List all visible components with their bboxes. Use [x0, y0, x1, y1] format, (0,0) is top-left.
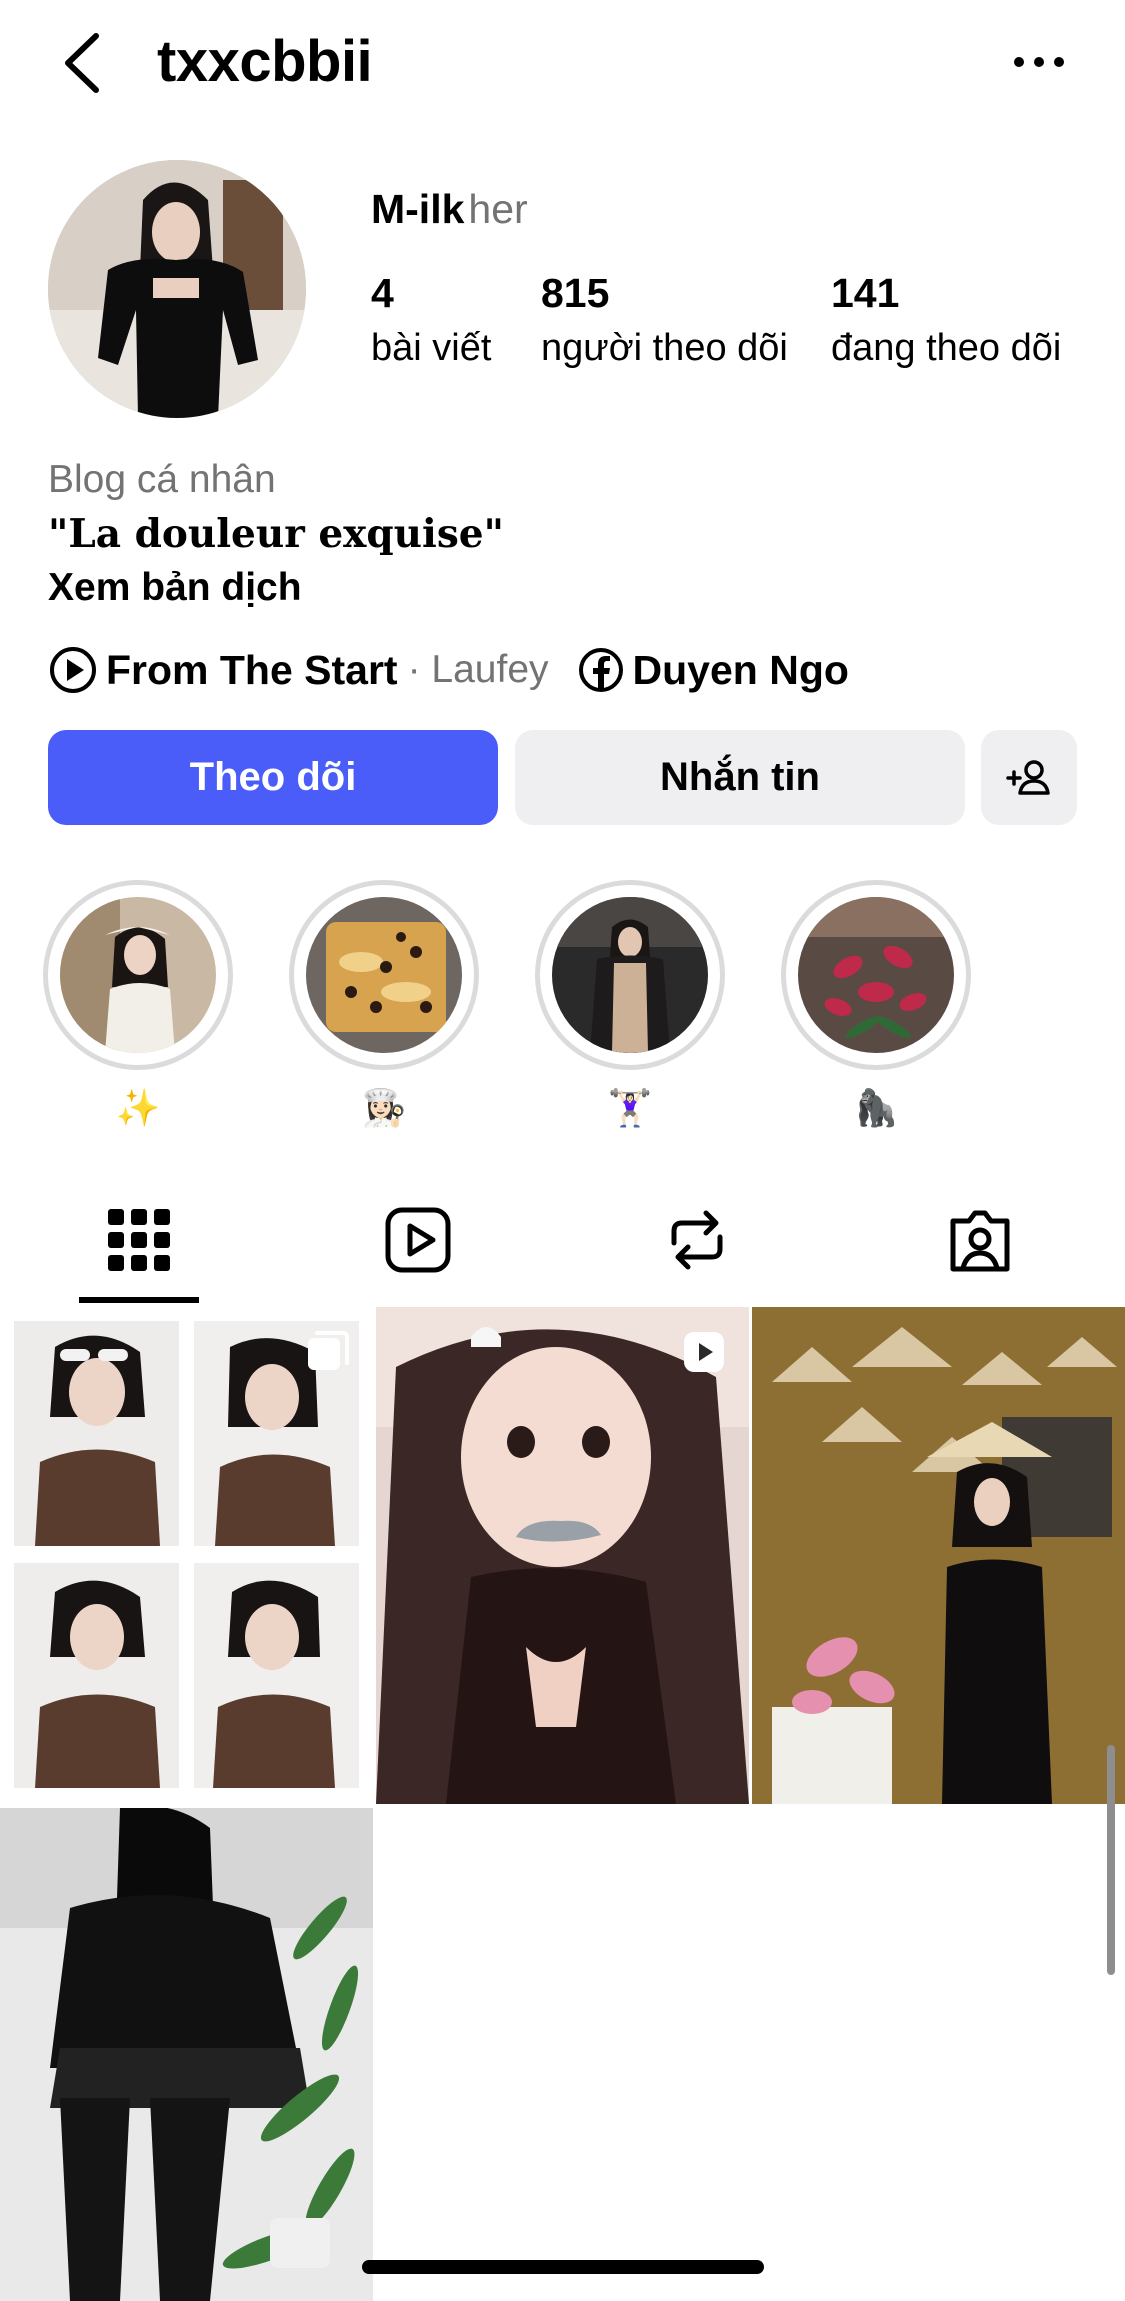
- grid-icon[interactable]: [104, 1205, 174, 1275]
- add-person-icon: [1006, 759, 1050, 795]
- highlight-cover: [306, 897, 462, 1053]
- profile-username: txxcbbii: [157, 29, 373, 94]
- tagged-icon[interactable]: [945, 1205, 1015, 1275]
- repost-icon[interactable]: [662, 1205, 732, 1275]
- profile-name-text: M-ilk: [371, 186, 465, 232]
- profile-full-name: M-ilkher: [371, 186, 528, 233]
- post-thumbnail[interactable]: [0, 1307, 373, 1804]
- highlight-label: 👩🏻‍🍳: [361, 1087, 407, 1128]
- stat-posts[interactable]: 4 bài viết: [371, 270, 491, 370]
- scrollbar[interactable]: [1107, 1745, 1115, 1975]
- posts-count: 4: [371, 270, 394, 316]
- profile-bio: "La douleur exquise": [48, 511, 504, 557]
- back-arrow-icon[interactable]: [58, 30, 106, 96]
- following-count: 141: [831, 270, 900, 316]
- facebook-icon[interactable]: [577, 646, 625, 694]
- highlight-cover: [60, 897, 216, 1053]
- home-indicator[interactable]: [362, 2260, 764, 2274]
- top-bar: txxcbbii: [0, 0, 1125, 130]
- profile-links: From The Start · Laufey Duyen Ngo: [48, 640, 849, 700]
- highlight-ring: [43, 880, 233, 1070]
- highlight-label: ✨: [115, 1087, 161, 1128]
- profile-category: Blog cá nhân: [48, 458, 276, 501]
- highlight-ring: [535, 880, 725, 1070]
- highlight-label: 🏋🏻‍♀️: [607, 1087, 653, 1128]
- following-label: đang theo dõi: [831, 327, 1062, 369]
- posts-label: bài viết: [371, 327, 492, 369]
- music-artist: · Laufey: [407, 648, 549, 691]
- suggested-accounts-button[interactable]: [981, 730, 1077, 825]
- stat-followers[interactable]: 815 người theo dõi: [541, 270, 788, 370]
- post-thumbnail[interactable]: [376, 1307, 749, 1804]
- highlight-cover: [798, 897, 954, 1053]
- music-song-title[interactable]: From The Start: [106, 647, 398, 694]
- story-highlight[interactable]: ✨: [43, 880, 233, 1132]
- reels-icon[interactable]: [383, 1205, 453, 1275]
- facebook-link-name[interactable]: Duyen Ngo: [633, 647, 849, 694]
- music-play-icon[interactable]: [48, 645, 98, 695]
- highlight-cover: [552, 897, 708, 1053]
- profile-content-tabs: [0, 1175, 1125, 1305]
- reel-icon: [684, 1332, 724, 1372]
- profile-avatar[interactable]: [48, 160, 306, 418]
- followers-label: người theo dõi: [541, 327, 788, 369]
- story-highlight[interactable]: 👩🏻‍🍳: [289, 880, 479, 1132]
- highlight-ring: [289, 880, 479, 1070]
- carousel-icon: [308, 1331, 349, 1370]
- stat-following[interactable]: 141 đang theo dõi: [831, 270, 1061, 370]
- story-highlight[interactable]: 🦍: [781, 880, 971, 1132]
- post-thumbnail[interactable]: [752, 1307, 1125, 1804]
- followers-count: 815: [541, 270, 610, 316]
- story-highlight[interactable]: 🏋🏻‍♀️: [535, 880, 725, 1132]
- highlight-label: 🦍: [853, 1087, 899, 1128]
- active-tab-indicator: [79, 1297, 199, 1303]
- follow-button[interactable]: Theo dõi: [48, 730, 498, 825]
- see-translation-link[interactable]: Xem bản dịch: [48, 566, 302, 610]
- highlight-ring: [781, 880, 971, 1070]
- post-thumbnail[interactable]: [0, 1808, 373, 2301]
- profile-pronouns: her: [468, 186, 528, 232]
- more-options-icon[interactable]: [1012, 50, 1066, 74]
- message-button[interactable]: Nhắn tin: [515, 730, 965, 825]
